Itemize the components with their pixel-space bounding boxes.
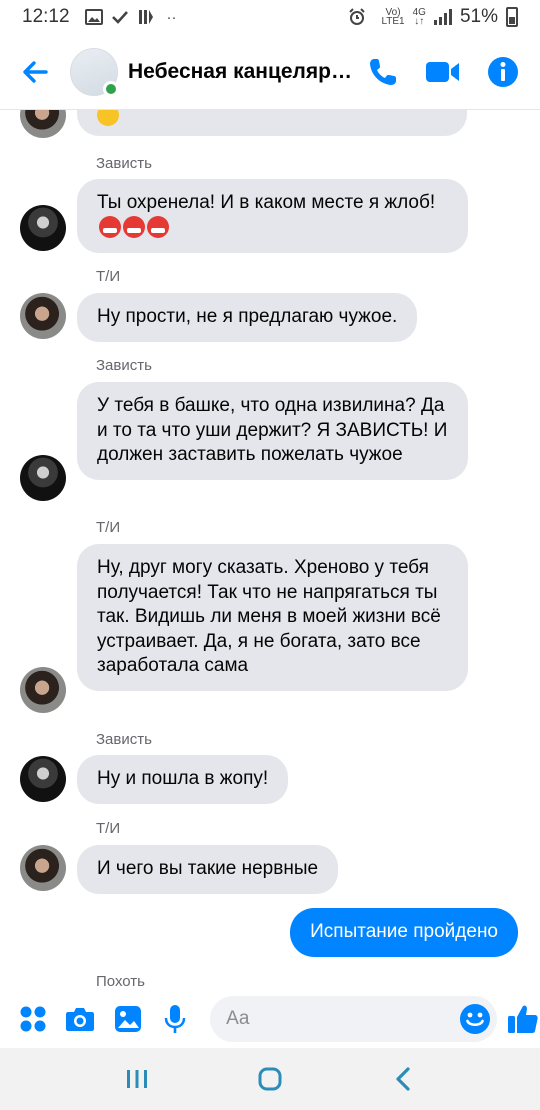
message-text: Ну прости, не я предлагаю чужое. <box>97 306 398 327</box>
sender-name: Зависть <box>96 357 152 374</box>
message-text: У тебя в башке, что одна извилина? Да и … <box>97 395 448 465</box>
sender-name: Зависть <box>96 731 152 748</box>
info-button[interactable] <box>484 53 522 91</box>
outgoing-message-bubble[interactable]: Испытание пройдено <box>290 908 518 957</box>
more-notifications-icon: ·· <box>166 8 177 26</box>
message-bubble[interactable]: У тебя в башке, что одна извилина? Да и … <box>77 382 468 480</box>
phone-icon <box>370 58 396 85</box>
sender-name: Зависть <box>96 155 152 172</box>
camera-icon <box>66 1008 95 1031</box>
sender-name: Т/И <box>96 820 121 837</box>
message-bubble-partial[interactable] <box>77 110 467 136</box>
header-actions <box>364 53 540 91</box>
avatar[interactable] <box>20 667 66 713</box>
call-button[interactable] <box>364 53 402 91</box>
home-icon <box>258 1067 282 1091</box>
avatar[interactable] <box>20 293 66 339</box>
status-time: 12:12 <box>22 6 70 27</box>
image-icon <box>115 1006 142 1032</box>
message-bubble[interactable]: И чего вы такие нервные <box>77 845 339 894</box>
like-button[interactable] <box>507 1002 540 1036</box>
recent-apps-icon <box>126 1070 147 1088</box>
voice-button[interactable] <box>161 1004 190 1034</box>
battery-icon <box>506 7 518 27</box>
volte-bottom: LTE1 <box>381 16 405 27</box>
avatar[interactable] <box>20 845 66 891</box>
sender-name: Похоть <box>96 973 145 990</box>
video-call-button[interactable] <box>424 53 462 91</box>
status-right: Vo) LTE1 4G ↓↑ 51% <box>347 6 518 28</box>
angry-face-emoji-icon <box>147 215 169 238</box>
back-button[interactable] <box>0 34 70 110</box>
thinking-face-emoji-icon <box>97 110 119 126</box>
message-bubble[interactable]: Ну прости, не я предлагаю чужое. <box>77 293 418 342</box>
info-icon <box>488 56 518 87</box>
chat-avatar[interactable] <box>70 47 119 97</box>
avatar[interactable] <box>20 455 66 501</box>
sender-name: Т/И <box>96 268 121 285</box>
camera-button[interactable] <box>65 1004 95 1034</box>
sender-name: Т/И <box>96 519 121 536</box>
network-gen-indicator: 4G ↓↑ <box>413 8 426 27</box>
check-notification-icon <box>110 7 130 27</box>
thumbs-up-icon <box>508 1005 538 1033</box>
arrow-left-icon <box>23 60 48 83</box>
battery-percent: 51% <box>459 6 498 27</box>
back-nav-button[interactable] <box>383 1059 423 1099</box>
avatar[interactable] <box>20 205 66 251</box>
online-indicator <box>103 80 119 97</box>
avatar[interactable] <box>20 110 66 138</box>
smiley-icon[interactable] <box>459 1003 491 1035</box>
message-text: Ну и пошла в жопу! <box>97 768 269 789</box>
status-bar: 12:12 ·· Vo) LTE1 4G ↓↑ 51% <box>0 0 540 34</box>
volte-indicator: Vo) LTE1 <box>381 8 405 27</box>
messenger-screen: 12:12 ·· Vo) LTE1 4G ↓↑ 51% Небесная кан… <box>0 0 540 1110</box>
media-notification-icon <box>136 7 156 27</box>
avatar[interactable] <box>20 756 66 802</box>
message-text: Ну, друг могу сказать. Хреново у тебя по… <box>97 557 441 676</box>
apps-button[interactable] <box>18 1004 47 1034</box>
message-bubble[interactable]: Ну, друг могу сказать. Хреново у тебя по… <box>77 544 468 691</box>
system-navigation-bar <box>0 1048 540 1110</box>
alarm-icon <box>347 7 367 27</box>
chat-title[interactable]: Небесная канцелярия <box>128 60 352 84</box>
gallery-button[interactable] <box>113 1004 142 1034</box>
home-button[interactable] <box>250 1059 290 1099</box>
angry-face-emoji-icon <box>123 215 145 238</box>
angry-face-emoji-icon <box>99 215 121 238</box>
message-text: Ты охренела! И в каком месте я жлоб! <box>97 192 436 213</box>
network-gen-bottom: ↓↑ <box>414 16 425 27</box>
grid-dots-icon <box>20 1006 46 1032</box>
chat-header: Небесная канцелярия <box>0 34 540 110</box>
message-text: И чего вы такие нервные <box>97 858 319 879</box>
message-bubble[interactable]: Ну и пошла в жопу! <box>77 755 289 804</box>
message-text: Испытание пройдено <box>310 921 498 942</box>
message-composer: Aa <box>0 990 540 1048</box>
message-input-placeholder: Aa <box>226 1008 250 1029</box>
microphone-icon <box>165 1005 186 1033</box>
recent-apps-button[interactable] <box>117 1059 157 1099</box>
message-thread[interactable]: Зависть Ты охренела! И в каком месте я ж… <box>0 110 540 990</box>
signal-icon <box>433 9 452 25</box>
chevron-left-icon <box>396 1067 410 1091</box>
message-input[interactable]: Aa <box>210 996 497 1042</box>
message-bubble[interactable]: Ты охренела! И в каком месте я жлоб! <box>77 179 468 253</box>
gallery-notification-icon <box>84 7 104 27</box>
video-camera-icon <box>426 61 459 82</box>
